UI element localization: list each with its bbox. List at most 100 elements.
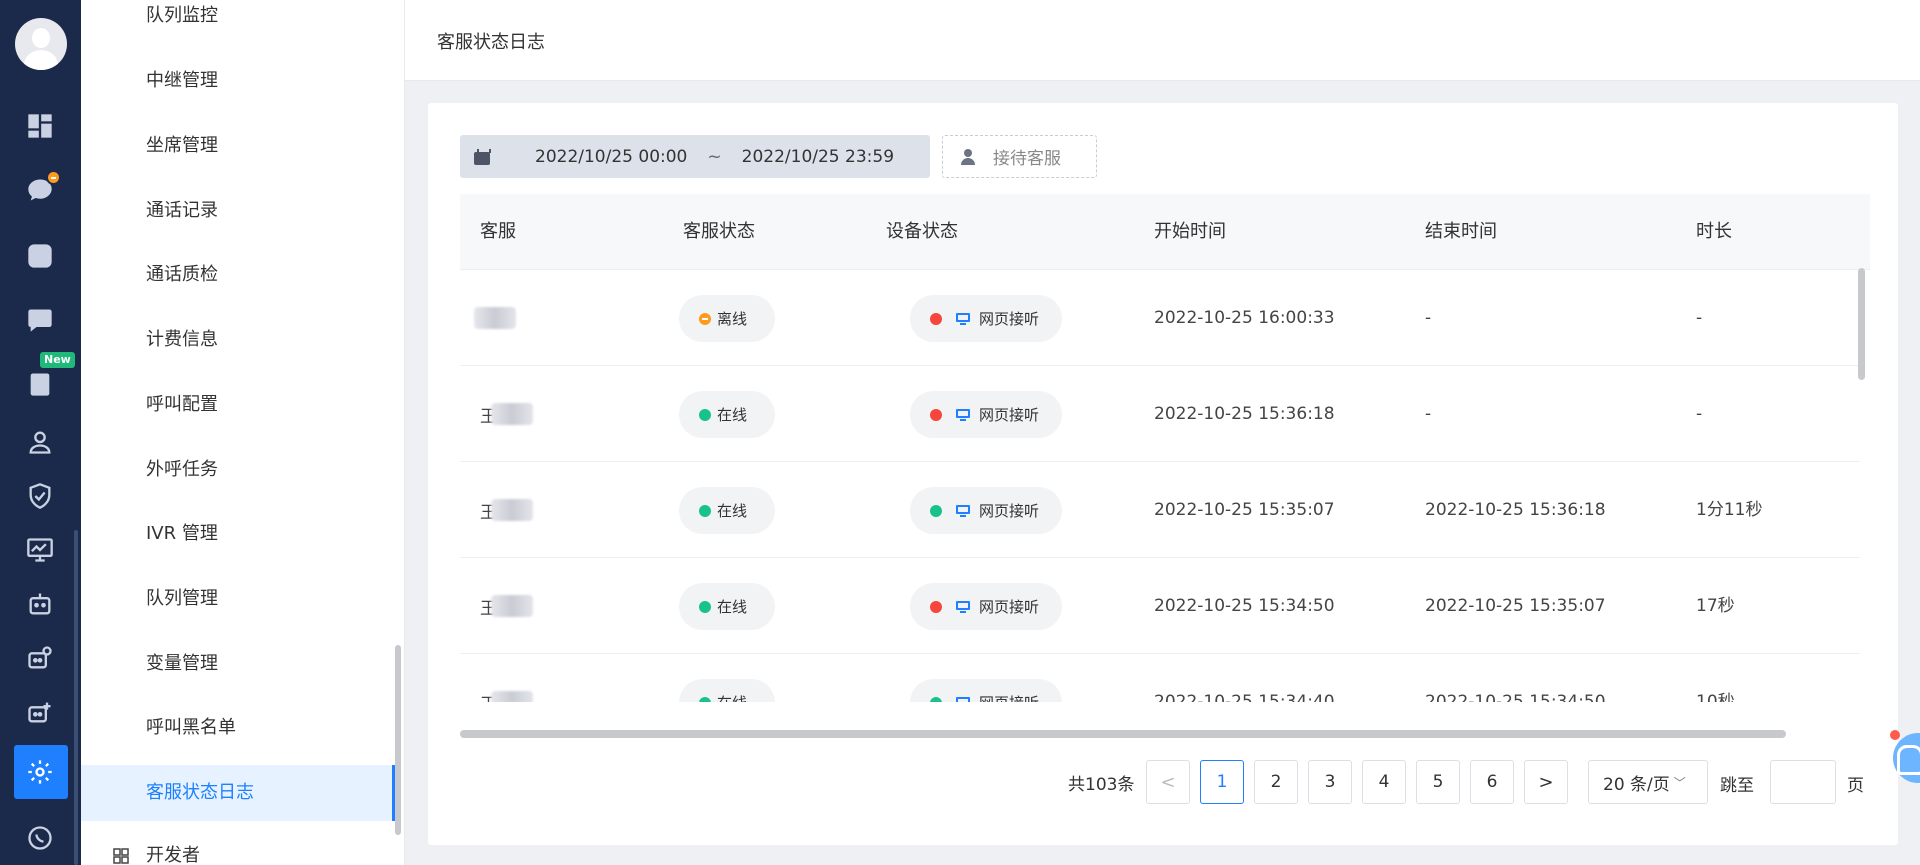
status-dot [699, 312, 711, 325]
prev-page-button[interactable]: < [1146, 760, 1190, 804]
device-status-pill: 网页接听 [910, 679, 1062, 702]
new-badge: New [40, 352, 75, 368]
ticket-icon[interactable] [24, 368, 56, 400]
agent-filter[interactable]: 接待客服 [942, 135, 1097, 178]
total-count: 共103条 [1068, 775, 1135, 795]
calendar-icon [474, 148, 491, 165]
monitor-icon [956, 696, 970, 702]
page-button-3[interactable]: 3 [1308, 760, 1352, 804]
shield-icon[interactable] [24, 480, 56, 512]
status-dot [699, 504, 711, 517]
monitor-icon [956, 504, 970, 517]
end-time: 2022-10-25 15:34:50 [1425, 692, 1606, 702]
phone-icon[interactable] [24, 240, 56, 272]
device-dot [930, 312, 942, 325]
end-time: - [1425, 404, 1432, 424]
agent-name: 王 [480, 558, 533, 654]
table-row: 王在线 网页接听 2022-10-25 15:34:40 2022-10-25 15:… [460, 654, 1860, 702]
menu-group-label: 开发者 [146, 845, 200, 865]
menu-item-queue-monitor[interactable]: 队列监控 [81, 0, 395, 44]
table-vertical-scrollbar[interactable] [1858, 268, 1865, 380]
menu-item-outbound-task[interactable]: 外呼任务 [81, 442, 395, 498]
redacted-name [491, 499, 533, 521]
start-time: 2022-10-25 15:34:40 [1154, 692, 1335, 702]
submenu-scrollbar[interactable] [395, 645, 401, 835]
menu-item-agent-status-log[interactable]: 客服状态日志 [81, 765, 395, 821]
device-status-text: 网页接听 [979, 692, 1039, 702]
menu-item-ivr[interactable]: IVR 管理 [81, 506, 395, 562]
dashboard-icon[interactable] [24, 110, 56, 142]
menu-item-seat[interactable]: 坐席管理 [81, 118, 395, 174]
monitor-icon [956, 312, 970, 325]
end-time: 2022-10-25 15:36:18 [1425, 500, 1606, 520]
status-dot [699, 408, 711, 421]
agent-status-text: 在线 [717, 598, 748, 616]
redacted-name [491, 595, 533, 617]
table-body: 离线 网页接听 2022-10-25 16:00:33- - 王在线 网页接听 2022-1… [460, 270, 1870, 702]
message-icon[interactable] [24, 304, 56, 336]
menu-item-call-qc[interactable]: 通话质检 [81, 247, 395, 303]
whatsapp-icon[interactable] [24, 822, 56, 854]
next-page-button[interactable]: > [1524, 760, 1568, 804]
duration: 17秒 [1696, 596, 1735, 616]
start-time: 2022-10-25 16:00:33 [1154, 308, 1335, 328]
agent-status-text: 在线 [717, 692, 747, 702]
jump-label: 跳至 [1720, 776, 1754, 796]
table-header: 客服 客服状态 设备状态 开始时间 结束时间 时长 [460, 194, 1870, 270]
grid-icon [113, 848, 129, 864]
redacted-name [491, 691, 533, 702]
menu-item-billing[interactable]: 计费信息 [81, 312, 395, 368]
page-button-6[interactable]: 6 [1470, 760, 1514, 804]
date-range-picker[interactable]: 2022/10/25 00:00 ~ 2022/10/25 23:59 [460, 135, 930, 178]
agent-name: 王 [480, 366, 533, 462]
page-suffix-label: 页 [1847, 776, 1864, 796]
notification-badge [46, 170, 61, 185]
page-size-select[interactable]: 20 条/页 ﹀ [1588, 760, 1708, 804]
chevron-up-icon: ︿ [353, 846, 367, 865]
jump-page-input[interactable] [1770, 760, 1836, 804]
menu-item-call-records[interactable]: 通话记录 [81, 183, 395, 239]
device-dot [930, 408, 942, 421]
page-button-2[interactable]: 2 [1254, 760, 1298, 804]
column-header: 客服 [480, 221, 516, 242]
menu-item-blacklist[interactable]: 呼叫黑名单 [81, 700, 395, 756]
start-time: 2022-10-25 15:34:50 [1154, 596, 1335, 616]
column-header: 结束时间 [1425, 221, 1497, 242]
robot-group-icon[interactable] [24, 696, 56, 728]
agent-status-pill: 在线 [679, 487, 775, 534]
monitor-chart-icon[interactable] [24, 534, 56, 566]
agent-status-pill: 离线 [679, 295, 775, 342]
person-icon [961, 148, 975, 165]
end-time: 2022-10-25 15:35:07 [1425, 596, 1606, 616]
date-separator: ~ [707, 146, 722, 167]
page-button-4[interactable]: 4 [1362, 760, 1406, 804]
table-row: 离线 网页接听 2022-10-25 16:00:33 - - [460, 270, 1860, 366]
agent-name [474, 270, 516, 366]
redacted-name [474, 307, 516, 329]
menu-item-queue-manage[interactable]: 队列管理 [81, 571, 395, 627]
menu-item-variables[interactable]: 变量管理 [81, 636, 395, 692]
robot-settings-icon[interactable] [24, 642, 56, 674]
device-status-pill: 网页接听 [910, 487, 1062, 534]
menu-group-developer[interactable]: 开发者 ︿ [81, 832, 395, 865]
device-dot [930, 504, 942, 517]
rail-scrollbar[interactable] [74, 530, 78, 865]
menu-item-call-config[interactable]: 呼叫配置 [81, 377, 395, 433]
table-horizontal-scrollbar[interactable] [460, 730, 1786, 738]
date-end[interactable]: 2022/10/25 23:59 [742, 147, 894, 167]
page-title: 客服状态日志 [437, 32, 545, 53]
avatar[interactable] [15, 18, 67, 70]
duration: 10秒 [1696, 692, 1735, 702]
page-button-1[interactable]: 1 [1200, 760, 1244, 804]
float-notification-dot [1890, 730, 1900, 740]
device-status-text: 网页接听 [979, 310, 1040, 328]
date-start[interactable]: 2022/10/25 00:00 [535, 147, 687, 167]
page-button-5[interactable]: 5 [1416, 760, 1460, 804]
robot-icon[interactable] [24, 588, 56, 620]
menu-item-trunk[interactable]: 中继管理 [81, 53, 395, 109]
agent-name: 王 [480, 462, 533, 558]
settings-icon[interactable] [24, 756, 56, 788]
table-row: 王 在线 网页接听 2022-10-25 15:34:50 2022-10-25 15:… [460, 558, 1860, 654]
contacts-icon[interactable] [24, 426, 56, 458]
agent-status-pill: 在线 [679, 583, 775, 630]
